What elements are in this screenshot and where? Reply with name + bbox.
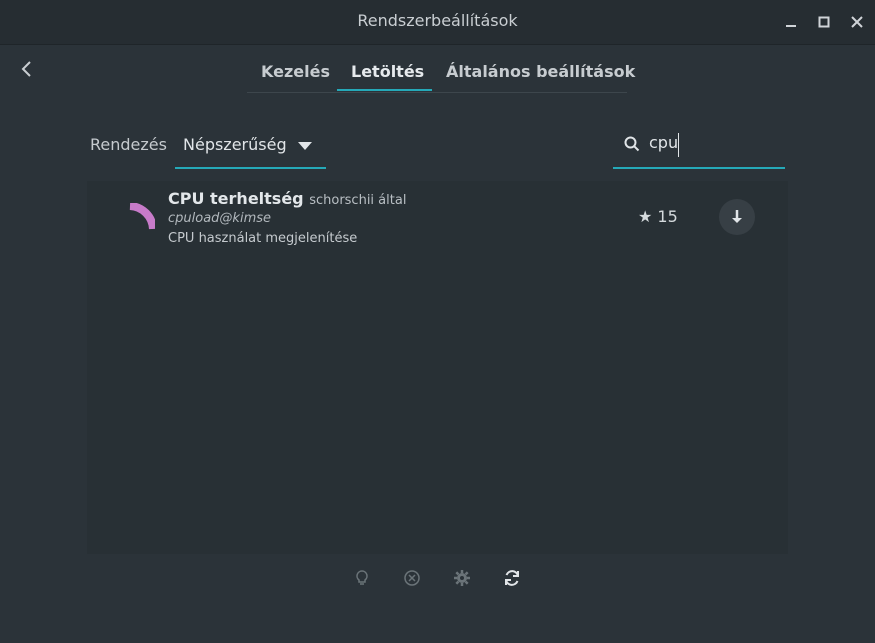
- tab-download[interactable]: Letöltés: [351, 62, 424, 81]
- extension-rating: ★ 15: [638, 207, 678, 226]
- configure-button[interactable]: [452, 568, 472, 588]
- active-tab-indicator: [337, 89, 432, 91]
- close-icon: [851, 16, 863, 28]
- remove-icon: [404, 570, 420, 586]
- search-box[interactable]: cpu: [613, 127, 785, 169]
- bottom-toolbar: [0, 566, 875, 590]
- refresh-button[interactable]: [502, 568, 522, 588]
- cpu-load-icon: [129, 203, 155, 230]
- extension-name: CPU terheltség: [168, 189, 304, 208]
- title-bar: Rendszerbeállítások: [0, 0, 875, 45]
- results-list: CPU terheltség schorschii által cpuload@…: [87, 181, 788, 554]
- minimize-button[interactable]: [781, 12, 801, 32]
- sort-dropdown[interactable]: Népszerűség: [175, 127, 326, 169]
- window-title: Rendszerbeállítások: [357, 11, 518, 30]
- chevron-left-icon: [21, 61, 31, 77]
- sort-label: Rendezés: [90, 135, 167, 154]
- tab-general-settings[interactable]: Általános beállítások: [446, 62, 635, 81]
- download-icon: [732, 210, 742, 223]
- back-button[interactable]: [16, 58, 38, 80]
- install-button[interactable]: [719, 199, 755, 235]
- refresh-icon: [505, 570, 519, 586]
- remove-button[interactable]: [402, 568, 422, 588]
- tab-manage[interactable]: Kezelés: [261, 62, 330, 81]
- search-icon: [624, 136, 640, 152]
- minimize-icon: [786, 25, 796, 27]
- gear-icon: [454, 570, 470, 586]
- maximize-icon: [818, 16, 830, 28]
- extension-description: CPU használat megjelenítése: [168, 231, 358, 246]
- sort-value: Népszerűség: [183, 135, 287, 154]
- tab-bar: Kezelés Letöltés Általános beállítások: [247, 54, 635, 93]
- maximize-button[interactable]: [814, 12, 834, 32]
- list-item[interactable]: CPU terheltség schorschii által cpuload@…: [87, 181, 788, 253]
- extension-uuid: cpuload@kimse: [168, 211, 271, 226]
- extension-title: CPU terheltség schorschii által: [168, 189, 406, 208]
- extension-author: schorschii által: [309, 193, 407, 208]
- info-button[interactable]: [352, 568, 372, 588]
- dropdown-arrow-icon: [298, 142, 312, 150]
- lightbulb-icon: [356, 570, 368, 585]
- close-button[interactable]: [847, 12, 867, 32]
- search-input[interactable]: cpu: [649, 133, 680, 157]
